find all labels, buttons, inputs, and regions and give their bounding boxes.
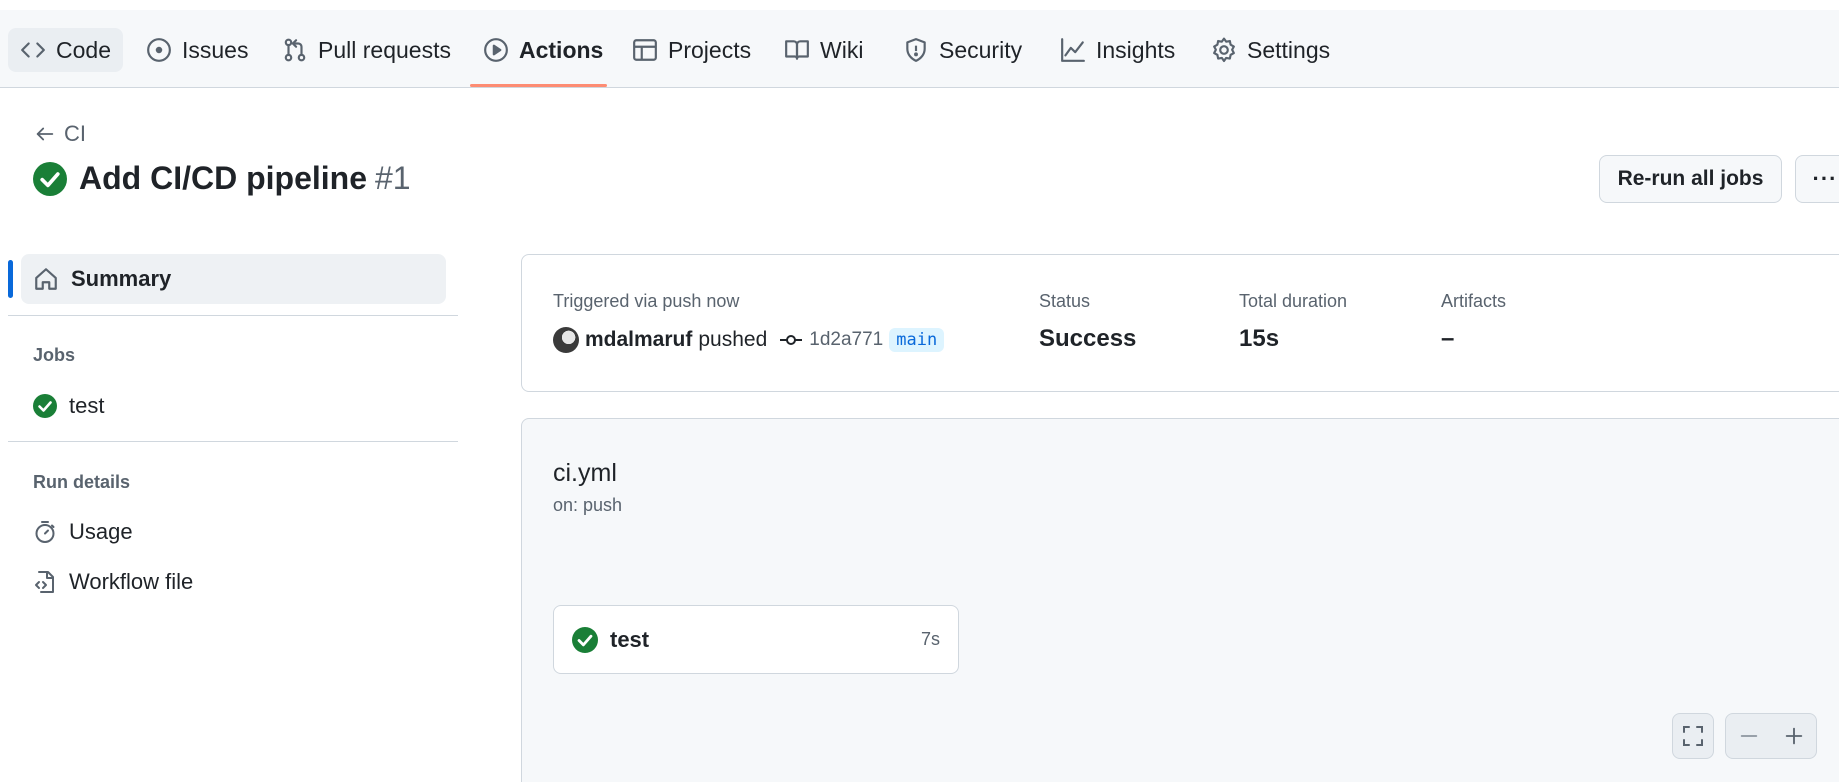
tab-wiki-label: Wiki bbox=[820, 36, 864, 63]
back-to-workflow-link[interactable]: CI bbox=[34, 121, 86, 147]
tab-pull-requests[interactable]: Pull requests bbox=[270, 28, 463, 72]
run-title: Add CI/CD pipeline #1 bbox=[33, 160, 411, 197]
push-action: pushed bbox=[698, 328, 768, 351]
commit-link[interactable]: 1d2a771 bbox=[779, 328, 883, 352]
tab-actions[interactable]: Actions bbox=[471, 28, 615, 72]
file-code-icon bbox=[35, 571, 54, 593]
back-label: CI bbox=[64, 121, 86, 146]
job-node-test[interactable]: test 7s bbox=[553, 605, 959, 674]
table-icon bbox=[633, 39, 657, 61]
play-icon bbox=[484, 38, 508, 62]
zoom-out-icon[interactable] bbox=[1738, 725, 1760, 747]
tab-actions-label: Actions bbox=[519, 36, 604, 63]
tab-security[interactable]: Security bbox=[891, 28, 1034, 72]
tab-insights[interactable]: Insights bbox=[1048, 28, 1187, 72]
duration-label: Total duration bbox=[1239, 291, 1348, 311]
trigger-label: Triggered via push now bbox=[553, 291, 740, 311]
issue-icon bbox=[147, 38, 171, 62]
arrow-left-icon bbox=[36, 127, 54, 141]
job-node-name: test bbox=[610, 626, 650, 652]
more-options-button[interactable]: ··· bbox=[1795, 155, 1839, 203]
tab-projects[interactable]: Projects bbox=[620, 28, 763, 72]
user-link[interactable]: mdalmaruf bbox=[585, 328, 692, 352]
commit-icon bbox=[780, 335, 803, 345]
zoom-in-icon[interactable] bbox=[1783, 725, 1805, 747]
tab-issues-label: Issues bbox=[182, 36, 249, 63]
trigger-details: mdalmaruf pushed 1d2a771 main bbox=[553, 327, 945, 353]
graph-icon bbox=[1061, 38, 1085, 62]
duration-value: 15s bbox=[1239, 325, 1280, 352]
zoom-controls bbox=[1725, 713, 1817, 759]
home-icon bbox=[35, 268, 57, 290]
fullscreen-button[interactable] bbox=[1672, 713, 1714, 759]
sidebar-item-workflow-file[interactable]: Workflow file bbox=[33, 569, 193, 595]
tab-projects-label: Projects bbox=[668, 36, 752, 63]
status-value: Success bbox=[1039, 325, 1137, 352]
commit-sha: 1d2a771 bbox=[809, 329, 884, 350]
gear-icon bbox=[1213, 37, 1235, 63]
usage-label: Usage bbox=[69, 519, 133, 544]
tab-insights-label: Insights bbox=[1096, 36, 1176, 63]
run-number: #1 bbox=[375, 160, 411, 196]
tab-issues[interactable]: Issues bbox=[134, 28, 260, 72]
sidebar-divider bbox=[8, 441, 458, 442]
rerun-all-jobs-button[interactable]: Re-run all jobs bbox=[1599, 155, 1782, 203]
job-node-duration: 7s bbox=[920, 629, 940, 649]
tab-code-label: Code bbox=[56, 36, 111, 63]
tab-settings-label: Settings bbox=[1247, 36, 1331, 63]
check-circle-icon bbox=[33, 161, 67, 196]
active-tab-underline bbox=[470, 84, 607, 87]
pull-request-icon bbox=[284, 38, 306, 62]
kebab-icon: ··· bbox=[1812, 166, 1838, 191]
active-marker bbox=[8, 260, 13, 298]
shield-icon bbox=[906, 38, 926, 62]
job-label: test bbox=[69, 393, 105, 418]
tab-wiki[interactable]: Wiki bbox=[772, 28, 875, 72]
sidebar-item-job-test[interactable]: test bbox=[33, 393, 104, 419]
workflow-file-label: Workflow file bbox=[69, 569, 194, 594]
fullscreen-icon bbox=[1683, 726, 1703, 746]
workflow-graph: ci.yml on: push test 7s bbox=[521, 418, 1839, 782]
sidebar-item-summary-label: Summary bbox=[71, 266, 172, 291]
branch-badge[interactable]: main bbox=[889, 328, 945, 352]
check-circle-icon bbox=[33, 394, 57, 418]
tab-code[interactable]: Code bbox=[8, 28, 123, 72]
repo-nav: Code Issues Pull requests Actions Projec… bbox=[0, 10, 1839, 88]
status-label: Status bbox=[1039, 291, 1091, 311]
tab-settings[interactable]: Settings bbox=[1199, 28, 1342, 72]
code-icon bbox=[21, 42, 45, 58]
artifacts-value: – bbox=[1441, 325, 1455, 352]
sidebar-item-usage[interactable]: Usage bbox=[33, 519, 133, 545]
tab-security-label: Security bbox=[939, 36, 1023, 63]
sidebar-divider bbox=[8, 315, 458, 316]
avatar[interactable] bbox=[553, 327, 579, 353]
check-circle-icon bbox=[572, 626, 598, 653]
run-summary-card: Triggered via push now mdalmaruf pushed … bbox=[521, 254, 1839, 392]
workflow-trigger: on: push bbox=[553, 495, 623, 515]
tab-pull-requests-label: Pull requests bbox=[318, 36, 451, 63]
workflow-file-name: ci.yml bbox=[553, 459, 617, 487]
run-details-heading: Run details bbox=[33, 472, 131, 492]
stopwatch-icon bbox=[35, 521, 55, 543]
jobs-heading: Jobs bbox=[33, 345, 76, 365]
book-icon bbox=[785, 40, 809, 60]
sidebar-item-summary[interactable]: Summary bbox=[21, 254, 446, 304]
page-title: Add CI/CD pipeline #1 bbox=[79, 160, 411, 197]
artifacts-label: Artifacts bbox=[1441, 291, 1507, 311]
title-text: Add CI/CD pipeline bbox=[79, 160, 367, 196]
